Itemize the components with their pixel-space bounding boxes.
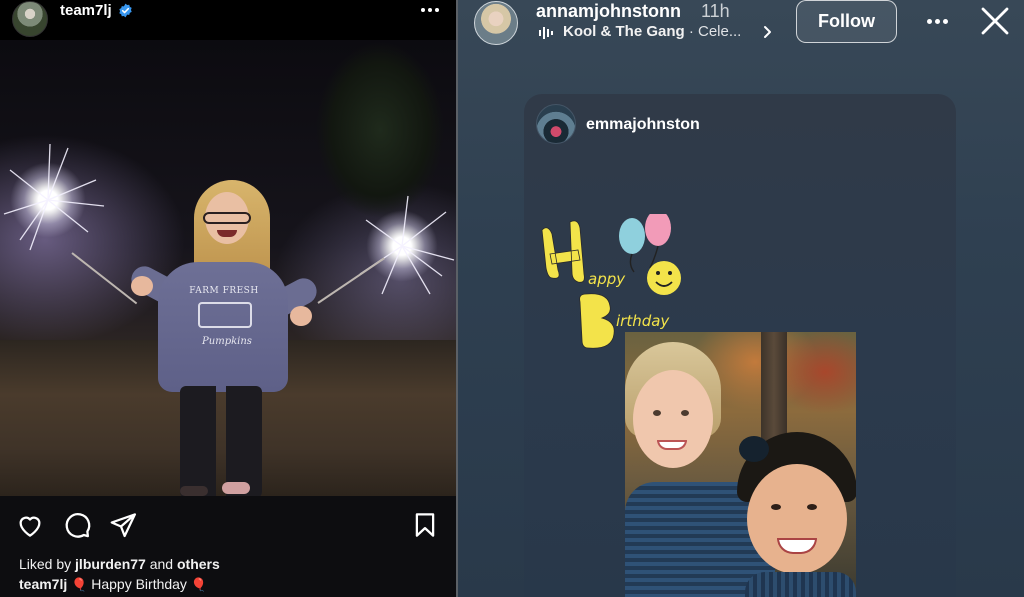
girl-shoe-right <box>222 482 250 494</box>
heart-icon[interactable] <box>15 510 45 540</box>
story-timestamp: 11h <box>701 1 730 21</box>
kid2-hair-bow <box>739 436 769 462</box>
shared-post-username[interactable]: emmajohnston <box>586 116 700 134</box>
post-author-avatar[interactable] <box>12 1 48 37</box>
shared-kids-photo[interactable] <box>625 332 856 597</box>
music-artist: Kool & The Gang <box>563 23 685 40</box>
send-icon[interactable] <box>108 510 138 540</box>
shared-post-avatar[interactable] <box>536 104 576 144</box>
balloon-blue <box>619 218 645 254</box>
story-music-info[interactable]: Kool & The Gang · Cele... <box>563 23 741 40</box>
kid1-eye <box>681 410 689 416</box>
balloon-emoji-icon: 🎈 <box>71 577 88 592</box>
caption-username[interactable]: team7lj <box>19 576 67 592</box>
post-caption: team7lj 🎈 Happy Birthday 🎈 <box>19 576 207 593</box>
more-options-icon[interactable] <box>924 12 950 30</box>
story-author-avatar[interactable] <box>474 1 518 45</box>
post-header: team7lj <box>0 0 456 40</box>
kid2-eye <box>771 504 781 510</box>
kid2-face <box>747 464 847 574</box>
sticker-happy-text: appy <box>588 270 626 288</box>
follow-button[interactable]: Follow <box>796 0 897 43</box>
girl-hand-left <box>131 276 153 296</box>
girl-hand-right <box>290 306 312 326</box>
post-author-username[interactable]: team7lj <box>60 2 112 19</box>
girl-legs <box>180 386 262 496</box>
kid1-eye <box>653 410 661 416</box>
sparkler-right-rays <box>359 195 455 295</box>
kid1-face <box>633 370 713 468</box>
likes-user-link[interactable]: jlburden77 <box>75 556 146 572</box>
kid2-eye <box>807 504 817 510</box>
chevron-right-icon[interactable] <box>763 25 773 39</box>
sweater-truck-graphic <box>198 302 252 328</box>
sweater-print-bottom: Pumpkins <box>202 336 252 347</box>
sweater-print-top: FARM FRESH <box>189 286 259 296</box>
girl-glasses <box>203 212 251 224</box>
close-icon[interactable] <box>978 4 1012 38</box>
balloon-emoji-icon: 🎈 <box>190 577 208 592</box>
instagram-post: team7lj FARM FRESH Pumpkins Liked by jlb… <box>0 0 456 597</box>
kid2-plaid-shirt <box>745 572 856 597</box>
smiley-sticker <box>647 261 681 295</box>
story-author-username[interactable]: annamjohnstonn <box>536 1 681 22</box>
balloon-pink <box>645 214 671 246</box>
music-song: · Cele... <box>684 23 742 40</box>
post-photo[interactable]: FARM FRESH Pumpkins <box>0 40 456 496</box>
more-options-icon[interactable] <box>416 0 444 20</box>
sticker-birthday-text: irthday <box>616 312 670 330</box>
verified-badge-icon <box>119 3 132 18</box>
girl-shoe-left <box>180 486 208 496</box>
likes-middle: and <box>145 556 177 572</box>
music-bars-icon <box>539 27 553 39</box>
sparkler-left-rays <box>3 143 105 251</box>
caption-text: Happy Birthday <box>91 576 187 592</box>
likes-summary: Liked by jlburden77 and others <box>19 556 220 572</box>
bookmark-icon[interactable] <box>410 510 440 540</box>
likes-others-link[interactable]: others <box>177 556 220 572</box>
comment-icon[interactable] <box>62 510 92 540</box>
story-viewer: annamjohnstonn 11h Kool & The Gang · Cel… <box>458 0 1024 597</box>
likes-prefix: Liked by <box>19 556 76 572</box>
